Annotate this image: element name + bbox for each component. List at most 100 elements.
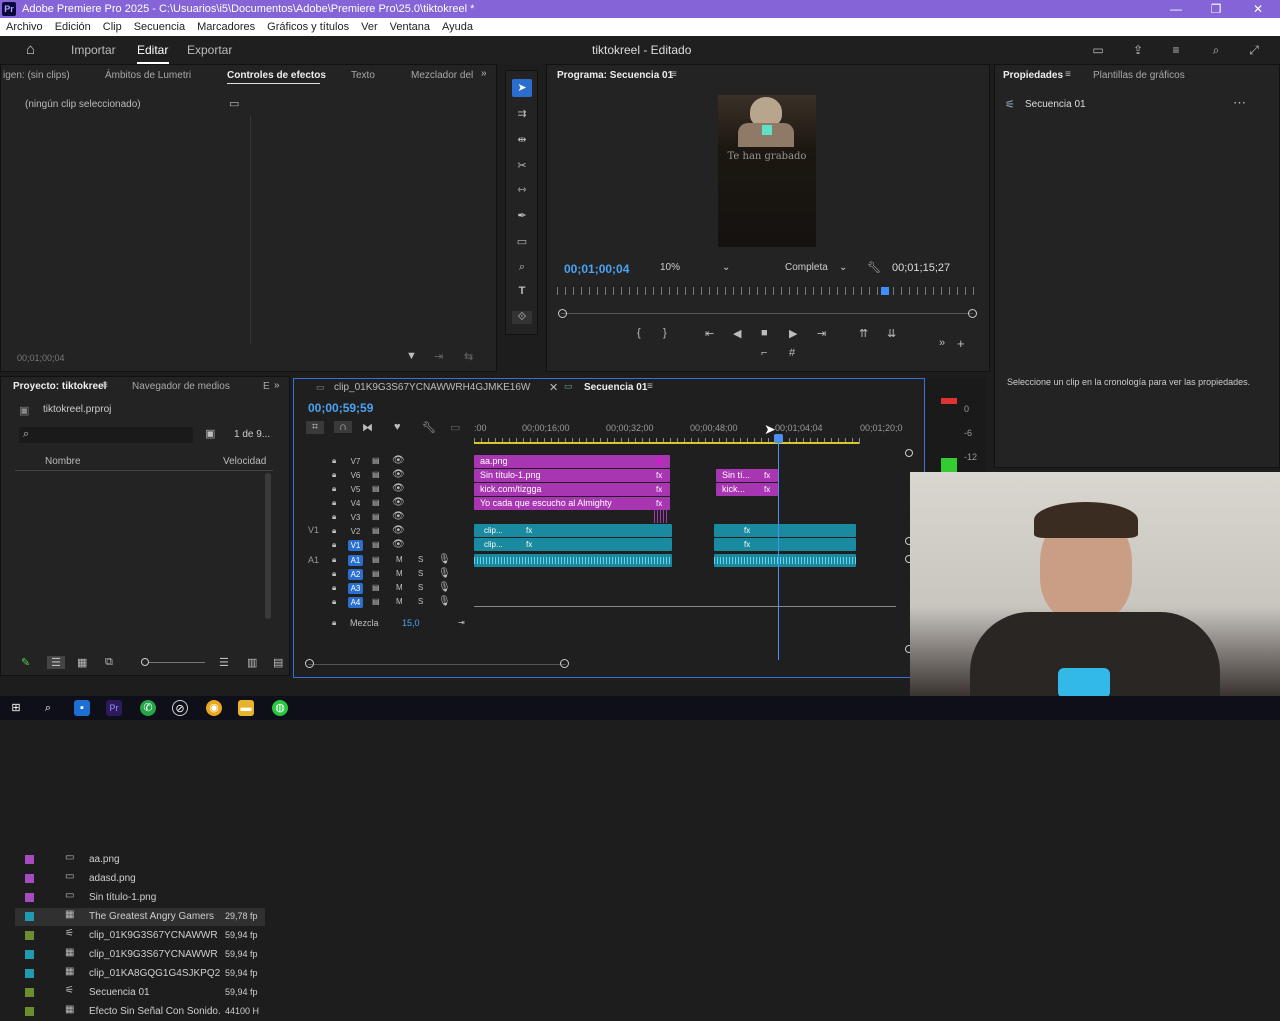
panel-menu-icon[interactable]: ≡	[1065, 69, 1071, 80]
search-input[interactable]: ⌕	[19, 427, 193, 443]
menu-ver[interactable]: Ver	[361, 21, 378, 33]
sync-lock-icon[interactable]: ▤	[372, 555, 380, 564]
menu-marcadores[interactable]: Marcadores	[197, 21, 255, 33]
eye-icon[interactable]: 👁︎	[392, 483, 405, 494]
menu-edicion[interactable]: Edición	[55, 21, 91, 33]
sync-lock-icon[interactable]: ▤	[372, 470, 380, 479]
scrollbar[interactable]	[265, 473, 271, 619]
tab-proyecto[interactable]: Proyecto: tiktokreel	[13, 381, 106, 392]
mute-icon[interactable]: M	[396, 597, 403, 606]
work-area-bar[interactable]	[474, 442, 859, 444]
list-item[interactable]: ▦ Efecto Sin Señal Con Sonido. 44100 H	[15, 1003, 265, 1021]
search-icon[interactable]: ⌕	[40, 700, 56, 716]
list-item[interactable]: ⚟ clip_01K9G3S67YCNAWWR 59,94 fp	[15, 927, 265, 945]
sync-lock-icon[interactable]: ▤	[372, 456, 380, 465]
premiere-taskbar-icon[interactable]: Pr	[106, 700, 122, 716]
zoom-slider[interactable]	[149, 662, 205, 663]
store-icon[interactable]: ▪	[74, 700, 90, 716]
panel-menu-icon[interactable]: ≡	[102, 380, 108, 391]
zoom-handle-right[interactable]	[968, 309, 977, 318]
tab-importar[interactable]: Importar	[71, 36, 116, 64]
solo-icon[interactable]: S	[418, 597, 423, 606]
automate-icon[interactable]: ▥	[247, 656, 257, 669]
menu-ventana[interactable]: Ventana	[390, 21, 430, 33]
sync-lock-icon[interactable]: ▤	[372, 583, 380, 592]
windows-start-icon[interactable]: ⊞	[8, 700, 24, 716]
more-buttons-icon[interactable]: »	[939, 337, 945, 349]
list-item[interactable]: ▭ Sin título-1.png	[15, 889, 265, 907]
microphone-icon[interactable]: 🎙︎	[438, 596, 451, 607]
clip-yo-cada[interactable]: Yo cada que escucho al Almighty fx	[474, 497, 670, 510]
lock-icon[interactable]: 🔒︎	[332, 540, 336, 550]
go-to-end-icon[interactable]: ⇥	[458, 618, 465, 627]
app-icon[interactable]: ⊘	[172, 700, 188, 716]
track-name[interactable]: V1	[348, 540, 363, 551]
more-tabs-icon[interactable]: »	[481, 68, 487, 79]
eye-icon[interactable]: 👁︎	[392, 497, 405, 508]
track-name[interactable]: A2	[348, 569, 363, 580]
tab-texto[interactable]: Texto	[351, 70, 375, 81]
fullscreen-icon[interactable]: ⤢	[1246, 36, 1262, 64]
list-item[interactable]: ▭ aa.png	[15, 851, 265, 869]
add-marker-icon[interactable]: ♥	[394, 421, 401, 433]
search-icon[interactable]: ⌕	[1208, 36, 1224, 64]
home-icon[interactable]: ⌂	[26, 36, 35, 64]
maximize-icon[interactable]: ❐	[1196, 0, 1236, 18]
grid-icon[interactable]: #	[789, 347, 795, 359]
pen-icon[interactable]: ✒	[512, 209, 532, 222]
tab-navegador[interactable]: Navegador de medios	[132, 381, 230, 392]
tab-clip-sequence[interactable]: clip_01K9G3S67YCNAWWRH4GJMKE16W	[334, 382, 530, 393]
icon-view-icon[interactable]: ▦	[77, 656, 87, 669]
filter-icon[interactable]: ▼	[406, 350, 417, 362]
track-name[interactable]: A1	[348, 555, 363, 566]
clip-v1-b[interactable]: fx	[714, 538, 856, 551]
selection-tool-icon[interactable]: ➤	[512, 79, 532, 97]
menu-icon[interactable]: ≡	[1168, 36, 1184, 64]
menu-clip[interactable]: Clip	[103, 21, 122, 33]
track-select-icon[interactable]: ⇉	[512, 107, 532, 120]
tab-plantillas[interactable]: Plantillas de gráficos	[1093, 70, 1185, 81]
eye-icon[interactable]: 👁︎	[392, 525, 405, 536]
clip-aa[interactable]: aa.png fx	[474, 455, 670, 468]
list-item[interactable]: ▦ clip_01K9G3S67YCNAWWR 59,94 fp	[15, 946, 265, 964]
panel-menu-icon[interactable]: ≡	[671, 69, 677, 80]
playhead-marker[interactable]	[881, 287, 889, 295]
lock-icon[interactable]: 🔒︎	[332, 512, 336, 522]
tab-source[interactable]: igen: (sin clips)	[3, 70, 70, 81]
source-patch-v1[interactable]: V1	[308, 525, 319, 535]
lock-icon[interactable]: 🔒︎	[332, 456, 336, 466]
lift-icon[interactable]: ⇈	[859, 327, 868, 340]
eye-icon[interactable]: 👁︎	[392, 511, 405, 522]
video-preview[interactable]: Te han grabado	[718, 95, 816, 247]
minimize-icon[interactable]: —	[1156, 0, 1196, 18]
source-patch-a1[interactable]: A1	[308, 555, 319, 565]
step-forward-icon[interactable]: ▶	[789, 327, 797, 340]
go-to-out-icon[interactable]: ⇥	[817, 327, 826, 340]
column-nombre[interactable]: Nombre	[45, 456, 81, 467]
list-item[interactable]: ▦ The Greatest Angry Gamers 29,78 fp	[15, 908, 265, 926]
close-icon[interactable]: ✕	[1238, 0, 1278, 18]
eye-icon[interactable]: 👁︎	[392, 455, 405, 466]
menu-ayuda[interactable]: Ayuda	[442, 21, 473, 33]
lock-icon[interactable]: 🔒︎	[332, 618, 336, 628]
extract-icon[interactable]: ⇊	[887, 327, 896, 340]
sync-lock-icon[interactable]: ▤	[372, 569, 380, 578]
solo-icon[interactable]: S	[418, 569, 423, 578]
zoom-icon[interactable]: ⌕	[512, 261, 532, 274]
new-bin-icon[interactable]: ▣	[205, 427, 215, 440]
sort-icon[interactable]: ☰	[219, 656, 229, 669]
time-ruler[interactable]	[557, 287, 975, 295]
tab-mezclador[interactable]: Mezclador del	[411, 70, 473, 81]
clip-icon[interactable]: ⇆	[464, 350, 473, 363]
playhead-line[interactable]	[778, 434, 779, 660]
sync-lock-icon[interactable]: ▤	[372, 484, 380, 493]
captions-icon[interactable]: ▭	[450, 421, 460, 434]
lock-icon[interactable]: 🔒︎	[332, 583, 336, 593]
sync-lock-icon[interactable]: ▤	[372, 597, 380, 606]
freeform-view-icon[interactable]: ⧉	[105, 656, 113, 669]
clip-kick-2[interactable]: kick... fx	[716, 483, 778, 496]
more-options-icon[interactable]: ⋯	[1233, 95, 1246, 111]
linked-selection-icon[interactable]: ⧓	[362, 421, 373, 434]
lock-icon[interactable]: 🔒︎	[332, 470, 336, 480]
audio-clip-a1[interactable]	[474, 554, 672, 567]
